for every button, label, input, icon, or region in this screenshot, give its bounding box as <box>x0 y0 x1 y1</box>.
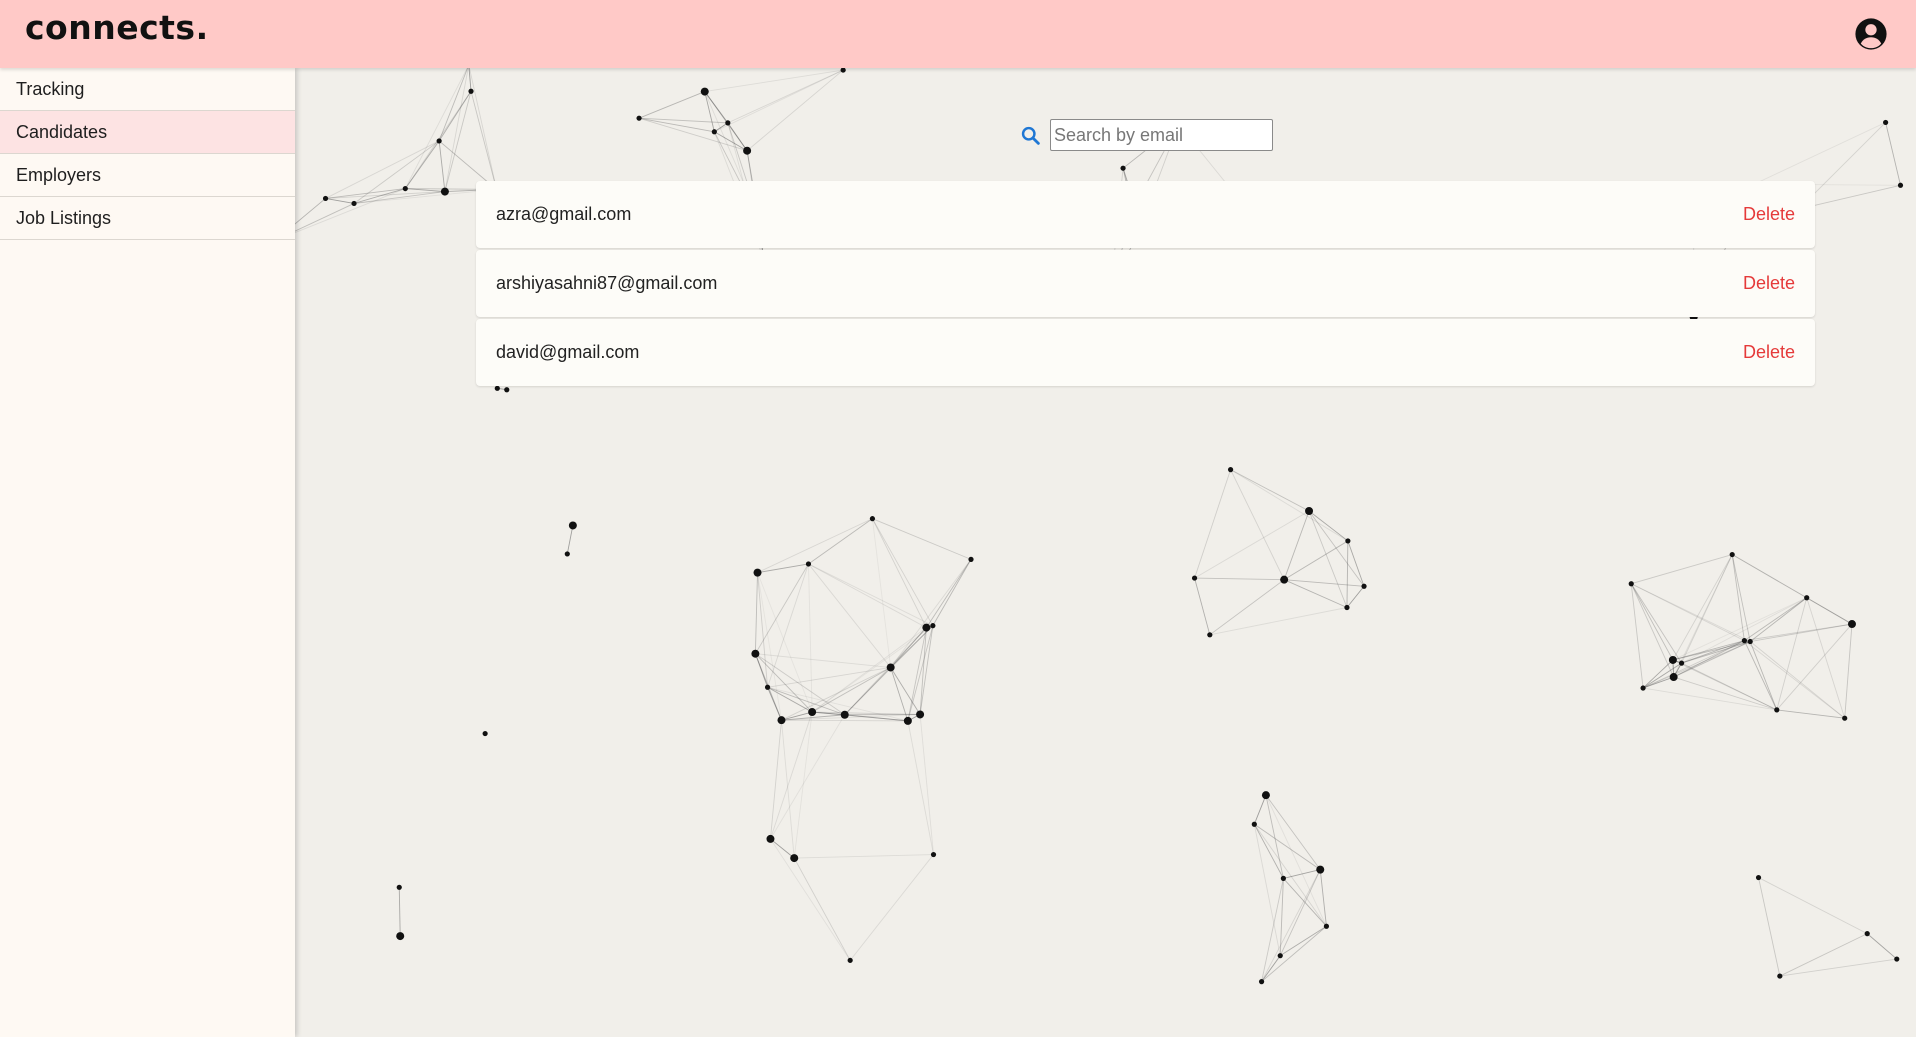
search-bar <box>1020 119 1273 151</box>
sidebar-item-job-listings[interactable]: Job Listings <box>0 197 295 240</box>
candidate-email: arshiyasahni87@gmail.com <box>496 273 718 293</box>
main-content: azra@gmail.com Delete arshiyasahni87@gma… <box>295 68 1916 1037</box>
candidate-list: azra@gmail.com Delete arshiyasahni87@gma… <box>476 181 1815 388</box>
delete-button[interactable]: Delete <box>1743 342 1795 363</box>
sidebar: Tracking Candidates Employers Job Listin… <box>0 68 295 1037</box>
app-logo[interactable]: connects. <box>25 8 209 47</box>
sidebar-item-employers[interactable]: Employers <box>0 154 295 197</box>
list-item: arshiyasahni87@gmail.com Delete <box>476 250 1815 317</box>
delete-button[interactable]: Delete <box>1743 204 1795 225</box>
list-item: david@gmail.com Delete <box>476 319 1815 386</box>
search-icon[interactable] <box>1020 125 1041 146</box>
account-circle-icon[interactable] <box>1854 17 1888 51</box>
search-input[interactable] <box>1050 119 1273 151</box>
top-bar: connects. <box>0 0 1916 68</box>
list-item: azra@gmail.com Delete <box>476 181 1815 248</box>
sidebar-item-candidates[interactable]: Candidates <box>0 111 295 154</box>
candidate-email: david@gmail.com <box>496 342 640 362</box>
candidate-email: azra@gmail.com <box>496 204 632 224</box>
sidebar-item-tracking[interactable]: Tracking <box>0 68 295 111</box>
delete-button[interactable]: Delete <box>1743 273 1795 294</box>
